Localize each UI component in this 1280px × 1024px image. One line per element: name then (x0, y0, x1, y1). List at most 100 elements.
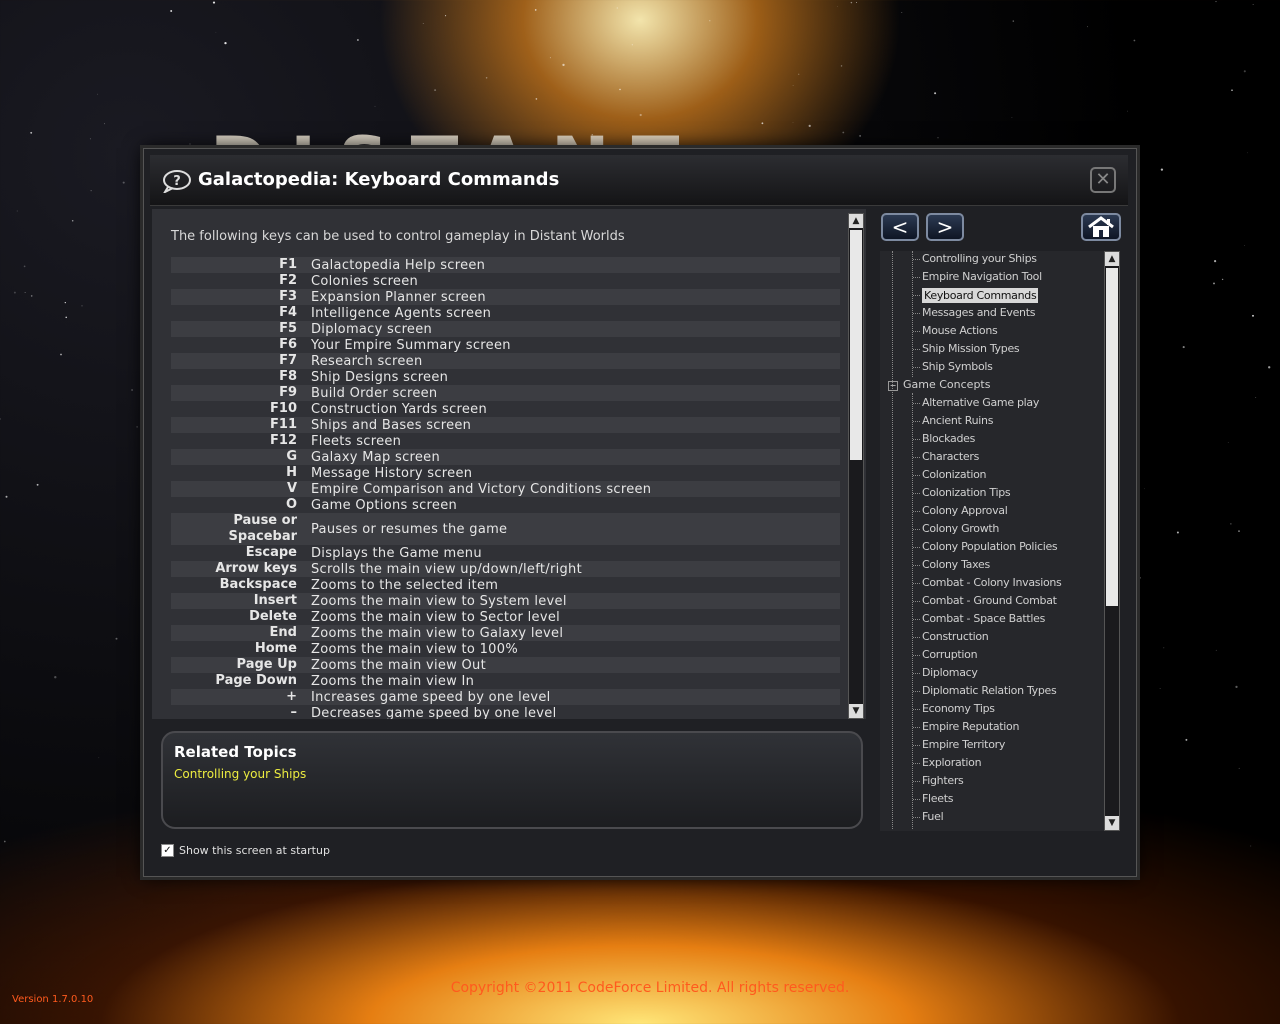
scroll-down-icon[interactable]: ▼ (849, 704, 863, 718)
window-title: Galactopedia: Keyboard Commands (198, 169, 560, 190)
help-icon: ? (163, 170, 191, 193)
star (1144, 488, 1145, 490)
key-description: Intelligence Agents screen (311, 305, 492, 321)
tree-item[interactable]: Ship Mission Types (922, 342, 1020, 355)
tree-scrollbar[interactable]: ▲ ▼ (1104, 251, 1120, 831)
star (631, 44, 633, 46)
key-name: End (269, 625, 297, 640)
tree-scroll-down-icon[interactable]: ▼ (1105, 816, 1119, 830)
tree-item[interactable]: Colony Taxes (922, 558, 990, 571)
tree-item[interactable]: Combat - Space Battles (922, 612, 1045, 625)
tree-group-game-concepts[interactable]: Game Concepts (903, 378, 990, 391)
star (1243, 70, 1246, 73)
key-description: Build Order screen (311, 385, 438, 401)
star (840, 65, 843, 67)
star (16, 210, 18, 212)
tree-scroll-up-icon[interactable]: ▲ (1105, 252, 1119, 266)
tree-item[interactable]: Corruption (922, 648, 978, 661)
star (445, 15, 447, 17)
star (1087, 26, 1088, 28)
table-row: F6 Your Empire Summary screen (171, 337, 840, 353)
star (1139, 577, 1141, 579)
tree-connector (913, 547, 920, 548)
star (1012, 20, 1015, 22)
startup-option[interactable]: ✓ Show this screen at startup (161, 844, 330, 857)
star (534, 9, 537, 11)
tree-item[interactable]: Combat - Colony Invasions (922, 576, 1062, 589)
star (1160, 168, 1164, 171)
tree-item[interactable]: Colony Approval (922, 504, 1008, 517)
back-button[interactable]: < (881, 213, 919, 241)
key-description: Zooms the main view to System level (311, 593, 567, 609)
tree-connector (913, 727, 920, 728)
tree-item[interactable]: Fleets (922, 792, 953, 805)
key-description: Fleets screen (311, 433, 402, 449)
scroll-thumb[interactable] (850, 230, 862, 460)
tree-item[interactable]: Exploration (922, 756, 982, 769)
tree-connector (913, 349, 920, 350)
star (36, 483, 39, 486)
key-name: G (286, 449, 297, 464)
related-topic-link[interactable]: Controlling your Ships (174, 767, 306, 781)
key-description: Galaxy Map screen (311, 449, 441, 465)
topic-tree: Controlling your Ships Empire Navigation … (880, 251, 1102, 831)
tree-item[interactable]: Colonization Tips (922, 486, 1011, 499)
star (619, 88, 621, 91)
tree-connector (913, 673, 920, 674)
tree-connector (913, 457, 920, 458)
star (1133, 39, 1136, 42)
tree-item[interactable]: Diplomatic Relation Types (922, 684, 1057, 697)
key-name: + (286, 689, 297, 704)
tree-item[interactable]: Controlling your Ships (922, 252, 1037, 265)
tree-item[interactable]: Diplomacy (922, 666, 978, 679)
tree-item[interactable]: Messages and Events (922, 306, 1035, 319)
tree-item[interactable]: Ancient Ruins (922, 414, 993, 427)
close-button[interactable]: ✕ (1090, 167, 1116, 193)
tree-item[interactable]: Colonization (922, 468, 987, 481)
star (422, 23, 424, 25)
tree-item[interactable]: Characters (922, 450, 979, 463)
tree-item[interactable]: Ship Symbols (922, 360, 993, 373)
tree-scroll-thumb[interactable] (1106, 268, 1118, 606)
tree-item[interactable]: Alternative Game play (922, 396, 1039, 409)
tree-item[interactable]: Combat - Ground Combat (922, 594, 1057, 607)
tree-item[interactable]: Fighters (922, 774, 964, 787)
forward-button[interactable]: > (926, 213, 964, 241)
tree-item[interactable]: Empire Territory (922, 738, 1005, 751)
tree-connector (913, 709, 920, 710)
tree-connector (913, 259, 920, 260)
star (131, 389, 134, 391)
topic-content-panel: The following keys can be used to contro… (152, 209, 866, 719)
star (1238, 767, 1240, 769)
table-row: F4 Intelligence Agents screen (171, 305, 840, 321)
tree-item[interactable]: Economy Tips (922, 702, 995, 715)
star (60, 353, 62, 356)
tree-item[interactable]: Colony Growth (922, 522, 999, 535)
content-scrollbar[interactable]: ▲ ▼ (848, 213, 864, 719)
tree-item[interactable]: Mouse Actions (922, 324, 998, 337)
tree-connector (913, 637, 920, 638)
star (5, 495, 8, 498)
tree-item[interactable]: Blockades (922, 432, 975, 445)
tree-item[interactable]: Construction (922, 630, 989, 643)
table-row: F7 Research screen (171, 353, 840, 369)
star (1250, 845, 1252, 847)
tree-connector (913, 565, 920, 566)
scroll-up-icon[interactable]: ▲ (849, 214, 863, 228)
tree-item[interactable]: Empire Navigation Tool (922, 270, 1042, 283)
table-row: + Increases game speed by one level (171, 689, 840, 705)
collapse-icon[interactable]: − (888, 381, 898, 391)
table-row: Arrow keys Scrolls the main view up/down/… (171, 561, 840, 577)
key-name: Home (254, 641, 297, 656)
startup-checkbox[interactable]: ✓ (161, 844, 174, 857)
tree-connector (913, 817, 920, 818)
tree-item[interactable]: Empire Reputation (922, 720, 1019, 733)
star (30, 295, 33, 297)
tree-connector (913, 799, 920, 800)
tree-item[interactable]: Colony Population Policies (922, 540, 1058, 553)
home-button[interactable] (1081, 213, 1121, 241)
tree-item[interactable]: Fuel (922, 810, 944, 823)
tree-item[interactable]: Keyboard Commands (922, 288, 1039, 303)
star (1138, 399, 1140, 401)
star (189, 143, 191, 145)
